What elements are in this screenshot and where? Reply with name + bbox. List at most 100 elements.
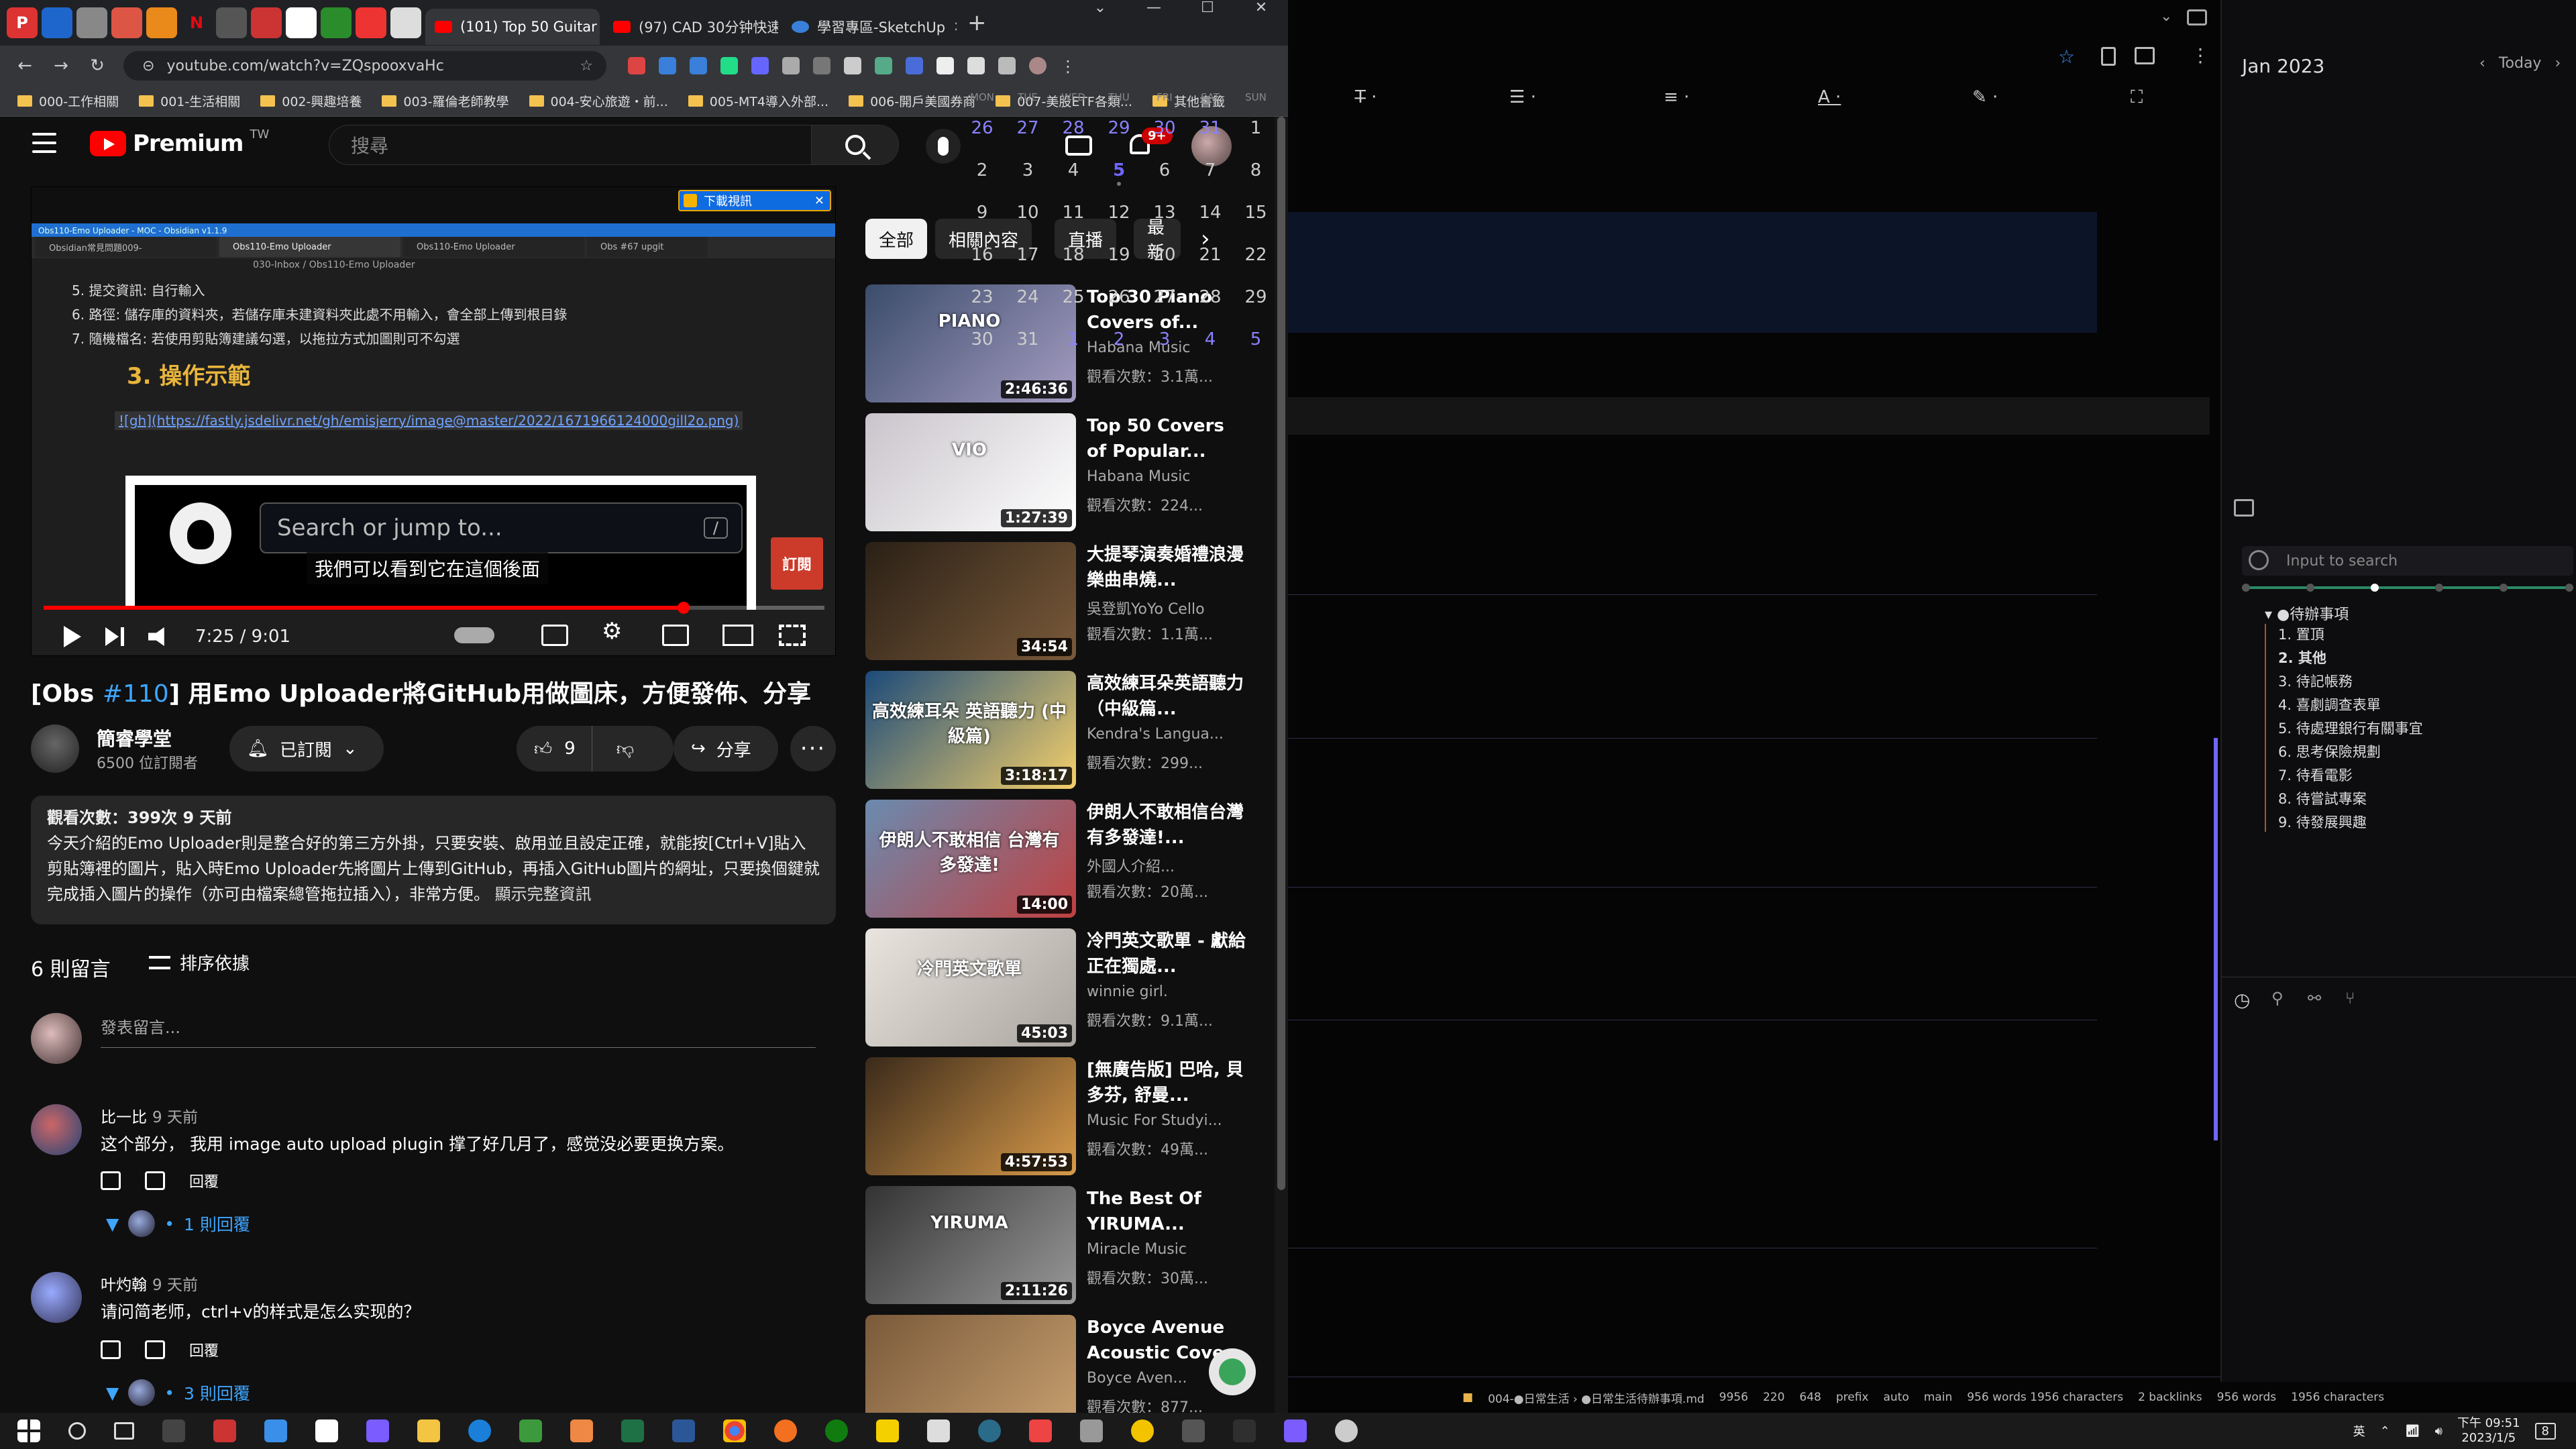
calendar-day[interactable]: 25 xyxy=(1051,287,1096,307)
video-thumbnail[interactable]: 伊朗人不敢相信 台灣有多發達! 14:00 xyxy=(865,800,1076,918)
pinned-tab-icon[interactable] xyxy=(251,7,282,38)
bookmark-folder[interactable]: 001-生活相關 xyxy=(139,92,240,110)
status-file-path[interactable]: 004-●日常生活 › ●日常生活待辦事項.md xyxy=(1488,1389,1705,1406)
video-thumbnail[interactable]: 高效練耳朵 英語聽力 (中級篇) 3:18:17 xyxy=(865,671,1076,789)
bookmark-folder[interactable]: 003-羅倫老師教學 xyxy=(382,92,509,110)
editor-scrollbar[interactable] xyxy=(2214,738,2218,1140)
highlight-icon[interactable]: ✎ · xyxy=(1972,87,1998,107)
channel-avatar[interactable] xyxy=(31,724,79,773)
fullscreen-icon[interactable]: ⛶ xyxy=(2131,87,2143,108)
obsidian-icon[interactable] xyxy=(1284,1419,1307,1442)
more-actions-icon[interactable]: ··· xyxy=(790,726,836,771)
extension-icon[interactable] xyxy=(751,57,769,74)
comment-time[interactable]: 9 天前 xyxy=(152,1277,198,1294)
taskbar-app-icon[interactable] xyxy=(162,1419,185,1442)
pinned-tab-icon[interactable] xyxy=(146,7,177,38)
taskbar-app-icon[interactable] xyxy=(213,1419,236,1442)
tab-search-icon[interactable]: ⌄ xyxy=(1073,0,1127,23)
outline-item[interactable]: 2. 其他 xyxy=(2278,647,2326,667)
video-title[interactable]: 高效練耳朵英語聽力（中級篇... xyxy=(1087,671,1248,722)
calendar-day[interactable]: 9 xyxy=(959,203,1005,223)
history-icon[interactable] xyxy=(2249,550,2269,570)
reply-button[interactable]: 回覆 xyxy=(189,1170,219,1191)
calendar-day[interactable]: 5 xyxy=(1233,329,1279,350)
share-button[interactable]: ↪ 分享 xyxy=(674,726,778,771)
calendar-day[interactable]: 11 xyxy=(1051,203,1096,223)
notification-center-icon[interactable]: 8 xyxy=(2534,1422,2556,1440)
progress-bar[interactable] xyxy=(44,602,824,614)
bookmark-folder[interactable]: 002-興趣培養 xyxy=(260,92,362,110)
outline-item[interactable]: 6. 思考保險規劃 xyxy=(2278,741,2381,761)
taskbar-app-icon[interactable] xyxy=(1080,1419,1103,1442)
excel-icon[interactable] xyxy=(621,1419,644,1442)
calendar-day[interactable]: 5 xyxy=(1096,160,1142,186)
back-icon[interactable]: ← xyxy=(15,56,35,76)
subscribe-watermark[interactable]: 訂閱 xyxy=(771,537,823,590)
calendar-day[interactable]: 3 xyxy=(1005,160,1051,180)
calendar-day[interactable]: 10 xyxy=(1005,203,1051,223)
site-info-icon[interactable]: ⊝ xyxy=(142,58,154,74)
obsidian-icon[interactable] xyxy=(366,1419,389,1442)
profile-avatar-icon[interactable] xyxy=(1029,57,1046,74)
video-thumbnail[interactable]: VIO 1:27:39 xyxy=(865,413,1076,531)
extension-icon[interactable] xyxy=(782,57,800,74)
edge-icon[interactable] xyxy=(468,1419,491,1442)
close-icon[interactable]: ✕ xyxy=(814,194,824,208)
status-branch[interactable]: main xyxy=(1924,1391,1952,1404)
youtube-tab-icon[interactable] xyxy=(356,7,386,38)
video-player[interactable]: 下載視訊 ✕ Obs110-Emo Uploader - MOC - Obsid… xyxy=(31,186,836,656)
pinned-tab-icon[interactable] xyxy=(390,7,421,38)
extension-icon[interactable] xyxy=(875,57,892,74)
maximize-icon[interactable]: ☐ xyxy=(1181,0,1234,23)
pinned-tab-icon[interactable] xyxy=(111,7,142,38)
outline-item[interactable]: 4. 喜劇調查表單 xyxy=(2278,694,2381,714)
fullscreen-icon[interactable] xyxy=(779,625,806,646)
bookmark-folder[interactable]: 005-MT4導入外部... xyxy=(688,92,828,110)
video-title[interactable]: 大提琴演奏婚禮浪漫樂曲串燒... xyxy=(1087,542,1248,593)
title-hashtag[interactable]: #110 xyxy=(103,680,169,708)
extension-icon[interactable] xyxy=(813,57,830,74)
calendar-day[interactable]: 23 xyxy=(959,287,1005,307)
calendar-day[interactable]: 14 xyxy=(1187,203,1233,223)
calendar-day[interactable]: 6 xyxy=(1142,160,1187,180)
start-menu-icon[interactable] xyxy=(17,1419,40,1442)
outline-view-icon[interactable] xyxy=(2234,499,2254,517)
notion-icon[interactable] xyxy=(315,1419,338,1442)
tab-youtube-cad[interactable]: (97) CAD 30分钟快速 ✕ xyxy=(604,9,778,45)
clock[interactable]: 下午 09:51 2023/1/5 xyxy=(2457,1416,2520,1446)
outline-root[interactable]: ▾ ●待辦事項 xyxy=(2265,602,2349,624)
recommendation-item[interactable]: 冷門英文歌單 45:03 冷門英文歌單 - 獻給正在獨處... winnie girl… xyxy=(865,928,1281,1048)
recommendation-item[interactable]: YIRUMA 2:11:26 The Best Of YIRUMA... Miracl… xyxy=(865,1186,1281,1305)
channel-name[interactable]: Boyce Aven... xyxy=(1087,1370,1187,1387)
next-video-icon[interactable] xyxy=(105,627,124,646)
recommendation-item[interactable]: 高效練耳朵 英語聽力 (中級篇) 3:18:17 高效練耳朵英語聽力（中級篇... K… xyxy=(865,671,1281,790)
channel-name[interactable]: Miracle Music xyxy=(1087,1241,1187,1258)
status-backlinks[interactable]: 2 backlinks xyxy=(2138,1391,2202,1404)
extension-icon[interactable] xyxy=(844,57,861,74)
calendar-day[interactable]: 29 xyxy=(1096,118,1142,138)
thumbs-up-icon[interactable] xyxy=(101,1171,121,1190)
channel-name[interactable]: 簡睿學堂 xyxy=(97,724,172,751)
font-color-icon[interactable]: A · xyxy=(1818,87,1841,107)
page-scrollbar[interactable] xyxy=(1275,117,1288,1413)
calendar-day[interactable]: 21 xyxy=(1187,245,1233,265)
obsidian-editor[interactable] xyxy=(1288,121,2220,1382)
word-icon[interactable] xyxy=(672,1419,695,1442)
play-icon[interactable] xyxy=(64,626,81,647)
status-prefix[interactable]: prefix xyxy=(1836,1391,1869,1404)
calendar-day[interactable]: 8 xyxy=(1233,160,1279,180)
sidebar-toggle-icon[interactable] xyxy=(2187,9,2207,25)
link-icon[interactable]: ⚯ xyxy=(2308,989,2321,1008)
video-title[interactable]: 伊朗人不敢相信台灣有多發達!... xyxy=(1087,800,1248,851)
taskbar-app-icon[interactable] xyxy=(519,1419,542,1442)
slider-handle[interactable] xyxy=(2371,584,2379,592)
bookmark-folder[interactable]: 006-開戶美國券商 xyxy=(849,92,975,110)
file-info-icon[interactable] xyxy=(2101,47,2116,66)
taskbar-app-icon[interactable] xyxy=(774,1419,797,1442)
taskbar-app-icon[interactable] xyxy=(570,1419,593,1442)
calendar-day[interactable]: 19 xyxy=(1096,245,1142,265)
comment-author-avatar[interactable] xyxy=(31,1104,82,1155)
pinned-tab-icon[interactable]: P xyxy=(7,7,38,38)
taskbar-app-icon[interactable] xyxy=(876,1419,899,1442)
calendar-day[interactable]: 7 xyxy=(1187,160,1233,180)
